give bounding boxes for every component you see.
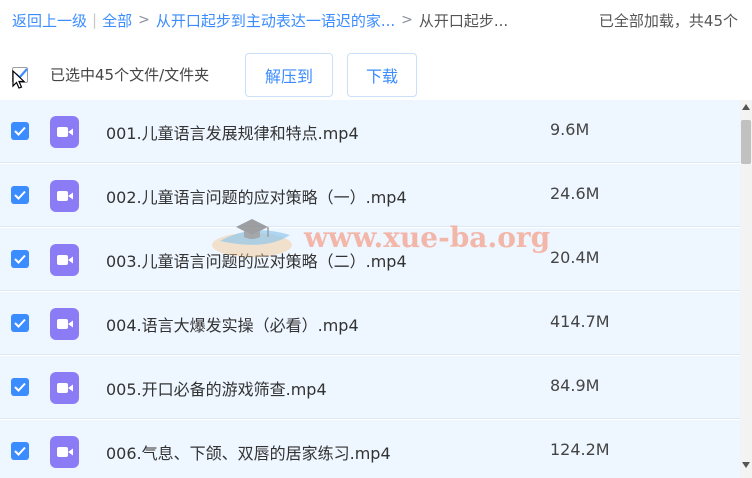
video-file-icon: [50, 372, 79, 404]
file-row[interactable]: 005.开口必备的游戏筛查.mp4 84.9M: [0, 356, 740, 419]
row-checkbox[interactable]: [11, 442, 29, 460]
back-link[interactable]: 返回上一级: [12, 10, 87, 31]
video-file-icon: [50, 244, 79, 276]
file-name[interactable]: 003.儿童语言问题的应对策略（二）.mp4: [106, 248, 407, 272]
row-checkbox[interactable]: [11, 250, 29, 268]
file-size: 20.4M: [550, 248, 600, 267]
file-row[interactable]: 003.儿童语言问题的应对策略（二）.mp4 20.4M: [0, 228, 740, 291]
scroll-down-arrow-icon[interactable]: [742, 462, 750, 468]
row-checkbox[interactable]: [11, 314, 29, 332]
check-icon: [14, 190, 26, 200]
chevron-right-icon: >: [138, 12, 150, 28]
mouse-cursor-icon: [12, 70, 26, 89]
breadcrumb-all[interactable]: 全部: [102, 10, 132, 31]
file-name[interactable]: 001.儿童语言发展规律和特点.mp4: [106, 120, 359, 144]
file-row[interactable]: 001.儿童语言发展规律和特点.mp4 9.6M: [0, 100, 740, 163]
vertical-scrollbar[interactable]: [740, 100, 752, 478]
toolbar: 已选中45个文件/文件夹 解压到 下载: [0, 50, 752, 98]
scroll-thumb[interactable]: [741, 120, 751, 164]
file-name[interactable]: 005.开口必备的游戏筛查.mp4: [106, 376, 327, 400]
file-name[interactable]: 006.气息、下颌、双唇的居家练习.mp4: [106, 440, 391, 464]
file-row[interactable]: 006.气息、下颌、双唇的居家练习.mp4 124.2M: [0, 420, 740, 478]
video-file-icon: [50, 436, 79, 468]
video-file-icon: [50, 308, 79, 340]
check-icon: [14, 126, 26, 136]
check-icon: [14, 446, 26, 456]
file-name[interactable]: 002.儿童语言问题的应对策略（一）.mp4: [106, 184, 407, 208]
file-size: 9.6M: [550, 120, 590, 139]
selected-count: 已选中45个文件/文件夹: [50, 66, 210, 84]
scroll-up-arrow-icon[interactable]: [742, 104, 750, 110]
file-list: 001.儿童语言发展规律和特点.mp4 9.6M 002.儿童语言问题的应对策略…: [0, 100, 740, 478]
file-row[interactable]: 004.语言大爆发实操（必看）.mp4 414.7M: [0, 292, 740, 355]
download-button[interactable]: 下载: [347, 53, 417, 97]
file-size: 24.6M: [550, 184, 600, 203]
extract-button[interactable]: 解压到: [245, 53, 333, 97]
file-size: 414.7M: [550, 312, 610, 331]
breadcrumb-folder[interactable]: 从开口起步到主动表达一语迟的家...: [156, 10, 395, 31]
check-icon: [14, 382, 26, 392]
file-name[interactable]: 004.语言大爆发实操（必看）.mp4: [106, 312, 359, 336]
file-row[interactable]: 002.儿童语言问题的应对策略（一）.mp4 24.6M: [0, 164, 740, 227]
breadcrumb-separator: |: [92, 11, 98, 29]
load-status: 已全部加载，共45个: [598, 12, 738, 30]
row-checkbox[interactable]: [11, 186, 29, 204]
file-size: 84.9M: [550, 376, 600, 395]
row-checkbox[interactable]: [11, 378, 29, 396]
check-icon: [14, 318, 26, 328]
chevron-right-icon: >: [401, 12, 413, 28]
breadcrumb-current: 从开口起步...: [418, 11, 509, 30]
video-file-icon: [50, 180, 79, 212]
video-file-icon: [50, 116, 79, 148]
check-icon: [14, 254, 26, 264]
file-size: 124.2M: [550, 440, 610, 459]
row-checkbox[interactable]: [11, 122, 29, 140]
